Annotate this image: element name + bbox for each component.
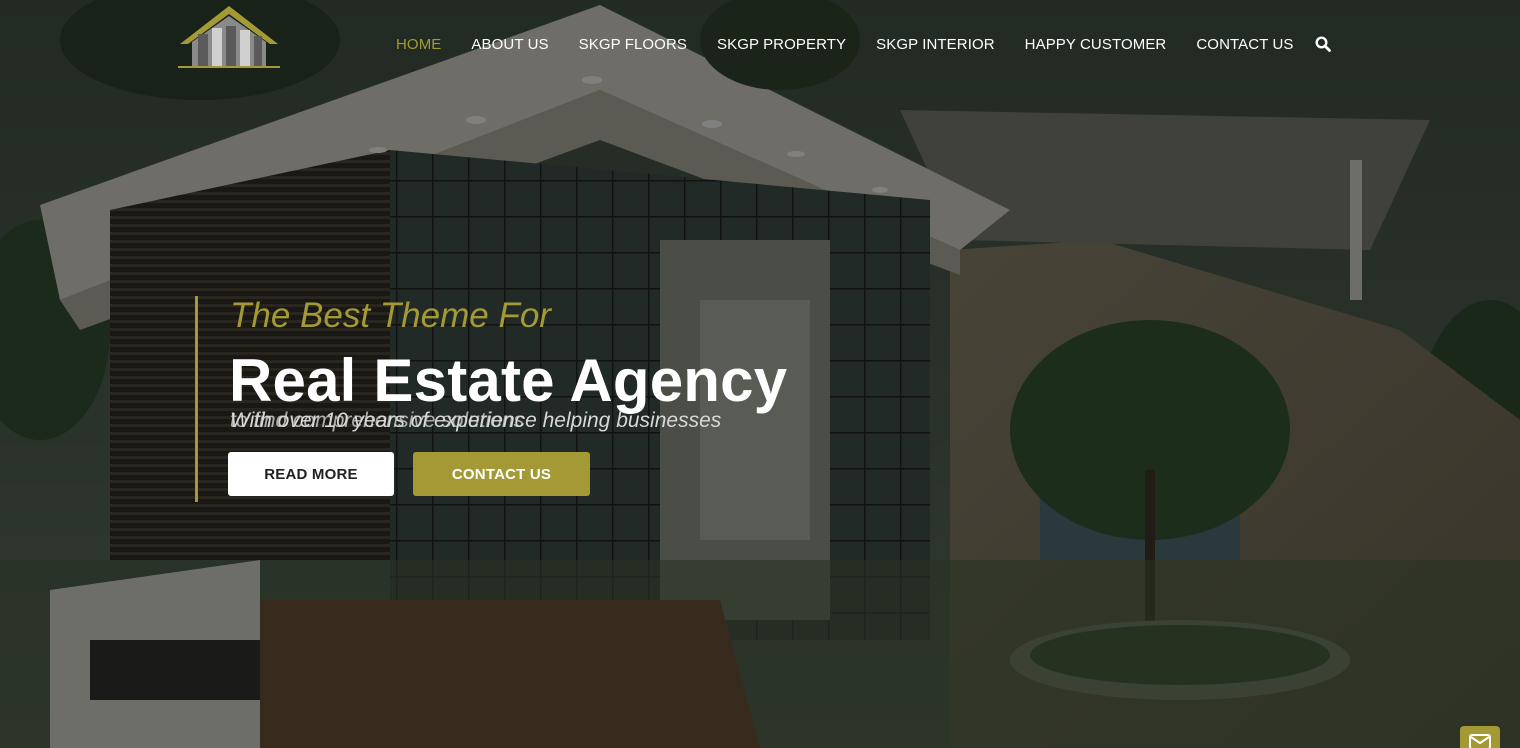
read-more-button[interactable]: READ MORE bbox=[228, 452, 394, 496]
hero-kicker: The Best Theme For bbox=[230, 296, 551, 335]
hero-subtitle-overlap: to find comprehensive solutions bbox=[230, 409, 525, 432]
hero-content: The Best Theme For Real Estate Agency Wi… bbox=[195, 296, 835, 502]
main-nav: HOME ABOUT US SKGP FLOORS SKGP PROPERTY … bbox=[396, 34, 1324, 54]
envelope-icon bbox=[1469, 734, 1491, 748]
search-icon bbox=[1315, 36, 1331, 52]
search-button[interactable] bbox=[1315, 36, 1331, 52]
nav-home[interactable]: HOME bbox=[396, 36, 441, 53]
nav-contact-us[interactable]: CONTACT US bbox=[1196, 36, 1293, 53]
contact-us-button[interactable]: CONTACT US bbox=[413, 452, 590, 496]
nav-skgp-interior[interactable]: SKGP INTERIOR bbox=[876, 36, 995, 53]
site-logo[interactable] bbox=[178, 4, 280, 78]
nav-skgp-property[interactable]: SKGP PROPERTY bbox=[717, 36, 846, 53]
house-logo-icon bbox=[178, 6, 280, 68]
nav-about-us[interactable]: ABOUT US bbox=[471, 36, 548, 53]
hero-headline: Real Estate Agency bbox=[229, 347, 788, 414]
nav-happy-customer[interactable]: HAPPY CUSTOMER bbox=[1025, 36, 1167, 53]
mail-widget-button[interactable] bbox=[1460, 726, 1500, 748]
nav-skgp-floors[interactable]: SKGP FLOORS bbox=[579, 36, 687, 53]
